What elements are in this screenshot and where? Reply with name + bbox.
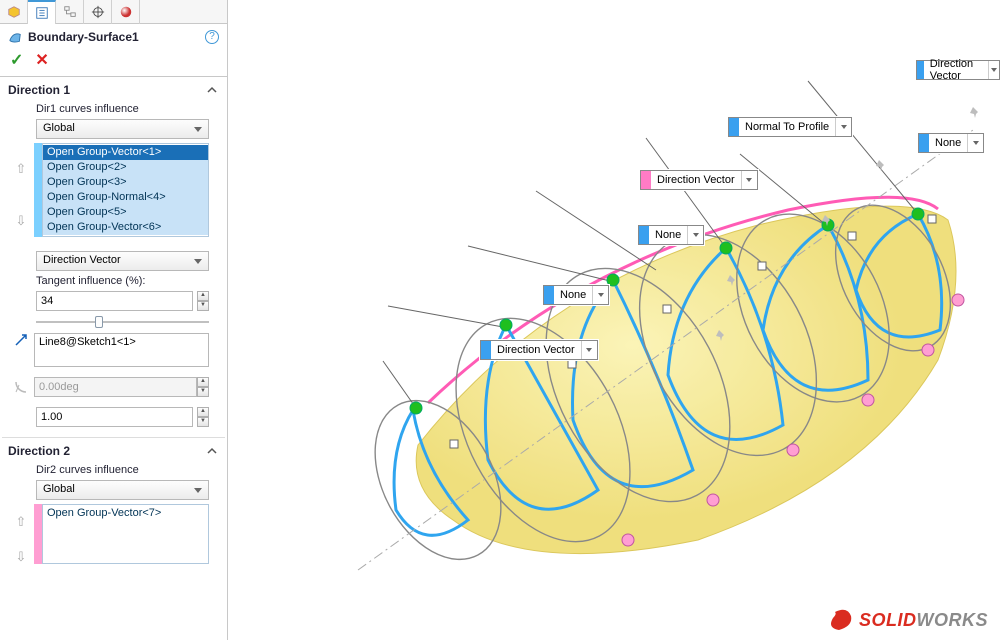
callout-label: Direction Vector bbox=[924, 58, 988, 82]
callout-dropdown[interactable] bbox=[988, 61, 999, 79]
callout-color bbox=[919, 134, 929, 152]
solidworks-logo: SOLIDWORKS bbox=[829, 608, 988, 632]
pin-icon[interactable] bbox=[876, 158, 887, 169]
pin-icon[interactable] bbox=[970, 105, 981, 116]
brand-solid: SOLID bbox=[859, 610, 917, 630]
spinner-buttons: ▲▼ bbox=[197, 377, 209, 397]
callout-label: Normal To Profile bbox=[739, 121, 835, 133]
callout-color bbox=[481, 341, 491, 359]
chevron-up-icon[interactable] bbox=[207, 446, 217, 456]
ok-button[interactable]: ✓ bbox=[10, 50, 23, 70]
tree-icon bbox=[63, 5, 77, 19]
graphics-viewport[interactable]: Direction Vector None None Direction Vector… bbox=[228, 0, 1000, 640]
help-icon[interactable]: ? bbox=[205, 30, 219, 44]
section-heading: Direction 1 bbox=[8, 83, 70, 97]
tab-feature-tree[interactable] bbox=[0, 0, 28, 24]
move-down-button[interactable]: ⇩ bbox=[14, 214, 28, 228]
tangent-influence-slider[interactable] bbox=[36, 315, 209, 329]
list-item[interactable]: Open Group<3> bbox=[43, 175, 208, 190]
chevron-up-icon[interactable] bbox=[207, 85, 217, 95]
boundary-surface-icon bbox=[8, 30, 22, 44]
tangent-influence-input[interactable] bbox=[36, 291, 193, 311]
pin-icon[interactable] bbox=[727, 273, 738, 284]
tangent-length-input[interactable] bbox=[36, 407, 193, 427]
profile-callout[interactable]: None bbox=[638, 225, 704, 245]
dir1-influence-select[interactable]: Global bbox=[36, 119, 209, 139]
section-direction-2: Direction 2 Dir2 curves influence Global… bbox=[2, 437, 225, 564]
feature-name: Boundary-Surface1 bbox=[28, 30, 199, 44]
pm-confirm: ✓ ✕ bbox=[0, 48, 227, 77]
pm-scroll[interactable]: Direction 1 Dir1 curves influence Global… bbox=[0, 77, 227, 640]
spinner-buttons[interactable]: ▲▼ bbox=[197, 407, 209, 427]
callout-dropdown[interactable] bbox=[967, 134, 983, 152]
pin-icon[interactable] bbox=[716, 328, 727, 339]
profile-callout[interactable]: None bbox=[543, 285, 609, 305]
pin-icon[interactable] bbox=[822, 213, 833, 224]
list-item[interactable]: Open Group-Vector<7> bbox=[43, 506, 208, 521]
list-item[interactable]: Open Group<2> bbox=[43, 160, 208, 175]
dir1-tangent-type-select[interactable]: Direction Vector bbox=[36, 251, 209, 271]
callout-label: None bbox=[554, 289, 592, 301]
cube-icon bbox=[7, 5, 21, 19]
ds-logo-icon bbox=[829, 608, 855, 632]
direction-vector-icon bbox=[14, 333, 28, 347]
pm-title: Boundary-Surface1 ? bbox=[0, 24, 227, 48]
tab-dimxpert[interactable] bbox=[84, 0, 112, 24]
sphere-icon bbox=[119, 5, 133, 19]
callout-label: None bbox=[929, 137, 967, 149]
callout-dropdown[interactable] bbox=[592, 286, 608, 304]
spinner-buttons[interactable]: ▲▼ bbox=[197, 291, 209, 311]
property-manager: Boundary-Surface1 ? ✓ ✕ Direction 1 Dir1… bbox=[0, 0, 228, 640]
move-down-button[interactable]: ⇩ bbox=[14, 550, 28, 564]
profile-callout[interactable]: None bbox=[918, 133, 984, 153]
section-heading: Direction 2 bbox=[8, 444, 70, 458]
tab-property-manager[interactable] bbox=[28, 0, 56, 24]
list-item[interactable]: Open Group-Vector<6> bbox=[43, 220, 208, 235]
dir2-influence-select[interactable]: Global bbox=[36, 480, 209, 500]
callout-dropdown[interactable] bbox=[687, 226, 703, 244]
tab-config[interactable] bbox=[56, 0, 84, 24]
model-canvas bbox=[228, 0, 1000, 640]
dir2-curves-list[interactable]: Open Group-Vector<7> bbox=[42, 504, 209, 564]
profile-callout[interactable]: Direction Vector bbox=[480, 340, 598, 360]
brand-works: WORKS bbox=[917, 610, 989, 630]
callout-color bbox=[544, 286, 554, 304]
section-direction-1: Direction 1 Dir1 curves influence Global… bbox=[2, 77, 225, 429]
target-icon bbox=[91, 5, 105, 19]
draft-angle-input bbox=[34, 377, 197, 397]
callout-label: Direction Vector bbox=[491, 344, 581, 356]
direction-vector-ref[interactable]: Line8@Sketch1<1> bbox=[34, 333, 209, 367]
dir1-color-strip bbox=[34, 143, 42, 237]
list-item[interactable]: Open Group-Normal<4> bbox=[43, 190, 208, 205]
draft-angle-icon bbox=[14, 380, 28, 394]
profile-callout[interactable]: Normal To Profile bbox=[728, 117, 852, 137]
callout-color bbox=[729, 118, 739, 136]
cancel-button[interactable]: ✕ bbox=[35, 50, 48, 70]
dir1-curves-list[interactable]: Open Group-Vector<1> Open Group<2> Open … bbox=[42, 143, 209, 237]
dir1-influence-label: Dir1 curves influence bbox=[4, 101, 223, 117]
dir2-influence-label: Dir2 curves influence bbox=[4, 462, 223, 478]
form-icon bbox=[35, 6, 49, 20]
list-item[interactable]: Open Group<5> bbox=[43, 205, 208, 220]
pm-tabs bbox=[0, 0, 227, 24]
callout-color bbox=[917, 61, 924, 79]
callout-label: None bbox=[649, 229, 687, 241]
tangent-influence-label: Tangent influence (%): bbox=[4, 273, 223, 289]
dir2-color-strip bbox=[34, 504, 42, 564]
callout-color bbox=[641, 171, 651, 189]
list-item[interactable]: Open Group-Vector<1> bbox=[43, 145, 208, 160]
tab-appearance[interactable] bbox=[112, 0, 140, 24]
move-up-button[interactable]: ⇧ bbox=[14, 162, 28, 176]
move-up-button[interactable]: ⇧ bbox=[14, 515, 28, 529]
callout-label: Direction Vector bbox=[651, 174, 741, 186]
callout-dropdown[interactable] bbox=[741, 171, 757, 189]
callout-color bbox=[639, 226, 649, 244]
callout-dropdown[interactable] bbox=[581, 341, 597, 359]
callout-dropdown[interactable] bbox=[835, 118, 851, 136]
profile-callout[interactable]: Direction Vector bbox=[916, 60, 1000, 80]
profile-callout[interactable]: Direction Vector bbox=[640, 170, 758, 190]
